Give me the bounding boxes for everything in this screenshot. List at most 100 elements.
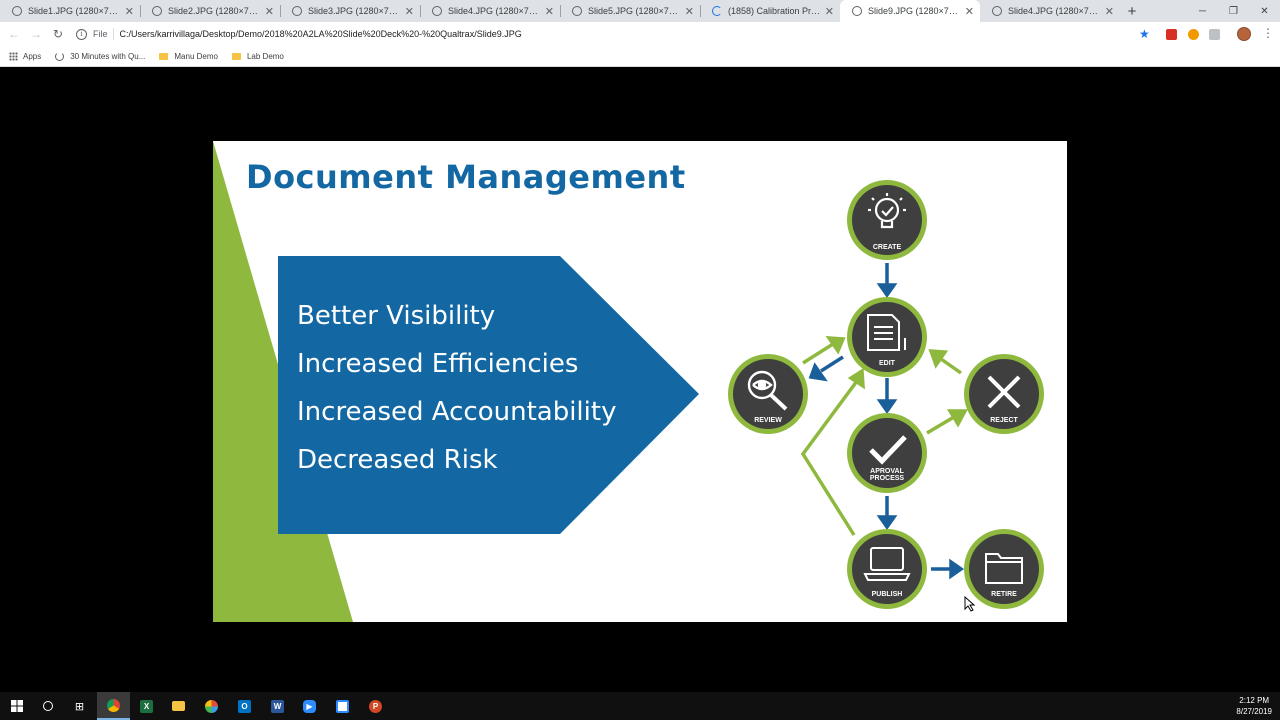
- bookmark-apps[interactable]: Apps: [9, 51, 42, 61]
- bullet-item: Increased Accountability: [297, 397, 617, 427]
- tab-title: Slide4.JPG (1280×720): [448, 6, 541, 16]
- node-label-retire: RETIRE: [991, 591, 1017, 598]
- tab-close-icon[interactable]: ✕: [405, 5, 414, 18]
- browser-tab[interactable]: Slide5.JPG (1280×720) ✕: [560, 0, 700, 22]
- tab-title: Slide9.JPG (1280×720): [868, 6, 961, 16]
- tab-close-icon[interactable]: ✕: [125, 5, 134, 18]
- task-view-button[interactable]: ⊞: [63, 692, 96, 720]
- tab-close-icon[interactable]: ✕: [825, 5, 834, 18]
- taskbar-excel[interactable]: X: [130, 692, 163, 720]
- taskbar-file-explorer[interactable]: [162, 692, 195, 720]
- document-icon: [336, 699, 349, 713]
- taskbar-outlook[interactable]: O: [228, 692, 261, 720]
- address-bar[interactable]: i File C:/Users/karrivillaga/Desktop/Dem…: [76, 24, 1156, 44]
- forward-icon[interactable]: →: [25, 23, 47, 45]
- tab-title: (1858) Calibration Procedu: [728, 6, 821, 16]
- mouse-cursor-icon: [964, 596, 976, 612]
- apps-grid-icon: [9, 51, 18, 61]
- node-label-create: CREATE: [873, 244, 902, 251]
- bookmark-label: Apps: [23, 51, 42, 61]
- clock-date: 8/27/2019: [1236, 707, 1272, 716]
- globe-icon: [292, 6, 302, 16]
- restore-icon[interactable]: ❐: [1218, 0, 1249, 22]
- chrome-icon: [107, 698, 120, 712]
- reload-icon[interactable]: ↻: [47, 23, 69, 45]
- browser-tab[interactable]: Slide1.JPG (1280×720) ✕: [0, 0, 140, 22]
- folder-icon: [172, 701, 185, 711]
- globe-icon: [572, 6, 582, 16]
- windows-logo-icon: [10, 700, 23, 712]
- taskbar-chrome[interactable]: [97, 692, 130, 720]
- info-icon[interactable]: i: [76, 28, 87, 40]
- bookmark-folder[interactable]: Manu Demo: [159, 52, 218, 61]
- node-label-reject: REJECT: [990, 417, 1018, 424]
- close-window-icon[interactable]: ✕: [1249, 0, 1280, 22]
- bullet-item: Decreased Risk: [297, 445, 498, 475]
- tab-close-icon[interactable]: ✕: [1105, 5, 1114, 18]
- extension-icon[interactable]: [1188, 29, 1199, 40]
- app-icon: [205, 699, 218, 713]
- bookmark-star-icon[interactable]: ★: [1139, 27, 1150, 41]
- taskbar-app[interactable]: [195, 692, 228, 720]
- tab-close-icon[interactable]: ✕: [685, 5, 694, 18]
- site-icon: [55, 51, 65, 61]
- word-icon: W: [271, 699, 284, 713]
- folder-icon: [231, 52, 241, 60]
- slide-graphics: CREATE EDIT REVIEW REJECT APROVAL PROCES…: [213, 141, 1044, 622]
- node-label-publish: PUBLISH: [872, 591, 903, 598]
- browser-tab[interactable]: Slide2.JPG (1280×720) ✕: [140, 0, 280, 22]
- menu-icon[interactable]: ⋮: [1262, 26, 1274, 40]
- extension-icon[interactable]: [1209, 29, 1220, 40]
- bookmark-item[interactable]: 30 Minutes with Qu...: [55, 51, 146, 61]
- outlook-icon: O: [238, 699, 251, 713]
- tab-title: Slide1.JPG (1280×720): [28, 6, 121, 16]
- globe-icon: [432, 6, 442, 16]
- window-controls: ─ ❐ ✕: [1187, 0, 1280, 22]
- tab-title: Slide4.JPG (1280×720): [1008, 6, 1101, 16]
- node-label-review: REVIEW: [754, 417, 782, 424]
- node-label-approval-1: APROVAL: [870, 468, 904, 475]
- bookmark-folder[interactable]: Lab Demo: [231, 51, 284, 61]
- bookmark-label: Manu Demo: [174, 51, 218, 61]
- node-label-approval-2: PROCESS: [870, 475, 905, 482]
- taskbar-word[interactable]: W: [261, 692, 294, 720]
- tab-close-icon[interactable]: ✕: [545, 5, 554, 18]
- browser-tab[interactable]: Slide4.JPG (1280×720) ✕: [980, 0, 1120, 22]
- globe-icon: [152, 6, 162, 16]
- folder-icon: [159, 52, 169, 60]
- browser-tab[interactable]: Slide3.JPG (1280×720) ✕: [280, 0, 420, 22]
- windows-taskbar: ⊞ X O W ▶ P 2:12 PM 8/27/2019: [0, 692, 1280, 720]
- tab-title: Slide3.JPG (1280×720): [308, 6, 401, 16]
- browser-tab[interactable]: Slide4.JPG (1280×720) ✕: [420, 0, 560, 22]
- browser-tab-strip: Slide1.JPG (1280×720) ✕ Slide2.JPG (1280×7…: [0, 0, 1280, 22]
- taskbar-app[interactable]: [326, 692, 359, 720]
- search-button[interactable]: [31, 692, 64, 720]
- taskbar-powerpoint[interactable]: P: [359, 692, 392, 720]
- tab-close-icon[interactable]: ✕: [265, 5, 274, 18]
- system-clock[interactable]: 2:12 PM 8/27/2019: [1236, 695, 1272, 717]
- taskbar-zoom[interactable]: ▶: [293, 692, 326, 720]
- blue-arrow-banner: [278, 256, 699, 534]
- back-icon[interactable]: ←: [3, 23, 25, 45]
- tab-close-icon[interactable]: ✕: [965, 5, 974, 18]
- bullet-item: Increased Efficiencies: [297, 349, 579, 379]
- browser-tab[interactable]: (1858) Calibration Procedu ✕: [700, 0, 840, 22]
- search-icon: [42, 701, 53, 711]
- start-button[interactable]: [0, 692, 33, 720]
- video-camera-icon: ▶: [303, 699, 316, 713]
- profile-avatar[interactable]: [1237, 27, 1251, 41]
- extension-icon[interactable]: [1166, 29, 1177, 40]
- minimize-icon[interactable]: ─: [1187, 0, 1218, 22]
- excel-icon: X: [140, 699, 153, 713]
- bookmarks-bar: Apps 30 Minutes with Qu... Manu Demo Lab…: [0, 46, 1280, 67]
- loading-spinner-icon: [712, 6, 722, 16]
- bullet-item: Better Visibility: [297, 301, 496, 331]
- task-view-icon: ⊞: [74, 700, 85, 713]
- globe-icon: [12, 6, 22, 16]
- divider: [112, 28, 114, 40]
- scheme-label: File: [93, 29, 108, 39]
- bookmark-label: 30 Minutes with Qu...: [70, 51, 146, 61]
- new-tab-button[interactable]: +: [1120, 0, 1144, 22]
- browser-tab[interactable]: Slide9.JPG (1280×720) ✕: [840, 0, 980, 22]
- bookmark-label: Lab Demo: [246, 51, 284, 61]
